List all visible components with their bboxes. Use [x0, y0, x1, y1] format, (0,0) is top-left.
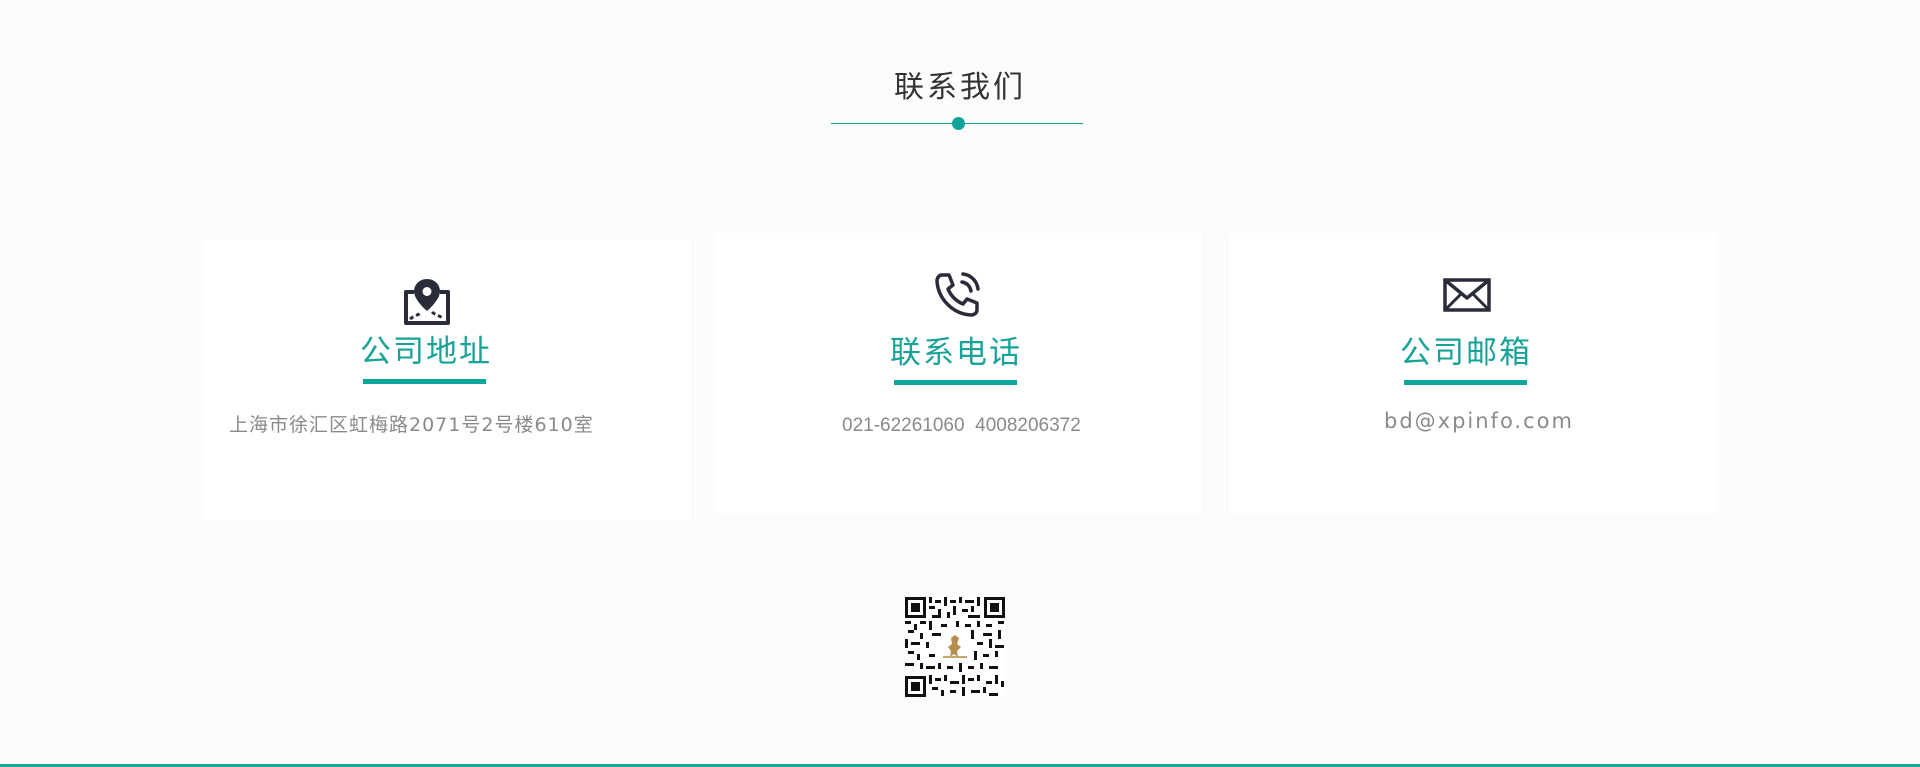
qr-code-icon	[905, 597, 1005, 697]
email-title-underline	[1404, 380, 1527, 385]
address-title-underline	[363, 379, 486, 384]
map-location-icon	[401, 275, 451, 325]
address-text: 上海市徐汇区虹梅路2071号2号楼610室	[229, 414, 594, 436]
section-title: 联系我们	[894, 70, 1026, 105]
phone-title-underline	[894, 380, 1017, 385]
phone-card: 联系电话 021-62261060 4008206372	[715, 233, 1202, 514]
phone-title: 联系电话	[890, 335, 1022, 371]
email-text: bd@xpinfo.com	[1384, 409, 1574, 433]
phone-icon	[934, 270, 982, 318]
address-card: 公司地址 上海市徐汇区虹梅路2071号2号楼610室	[204, 239, 691, 520]
title-divider-dot	[952, 117, 965, 130]
address-title: 公司地址	[360, 334, 492, 370]
phone-text: 021-62261060 4008206372	[842, 415, 1081, 436]
email-title: 公司邮箱	[1400, 335, 1532, 371]
email-card: 公司邮箱 bd@xpinfo.com	[1229, 233, 1716, 514]
mail-icon	[1443, 278, 1491, 312]
